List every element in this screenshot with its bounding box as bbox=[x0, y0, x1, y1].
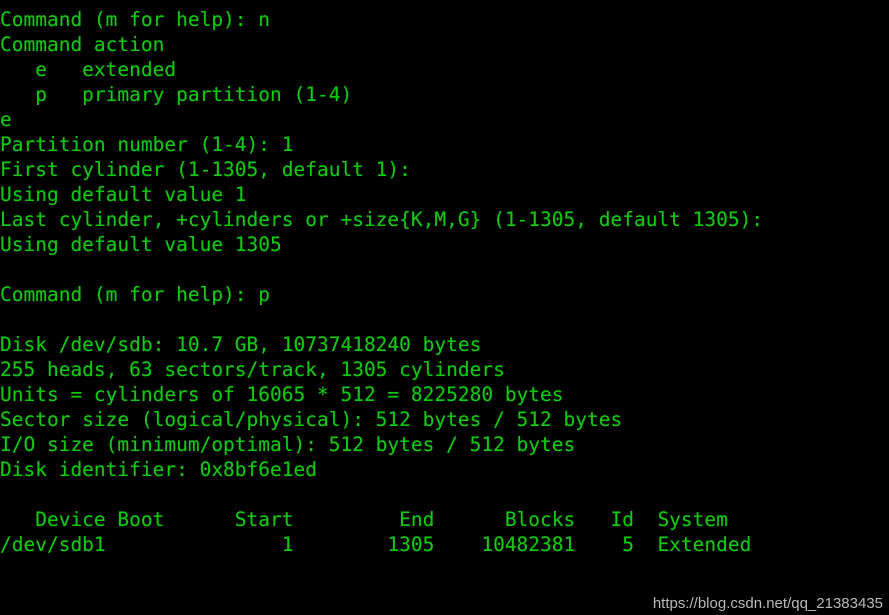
terminal-line: Using default value 1 bbox=[0, 183, 247, 206]
terminal-line: Units = cylinders of 16065 * 512 = 82252… bbox=[0, 383, 564, 406]
terminal-output: Command (m for help): n Command action e… bbox=[0, 7, 889, 557]
terminal-line: Command action bbox=[0, 33, 165, 56]
partition-table-row: /dev/sdb1 1 1305 10482381 5 Extended bbox=[0, 533, 752, 556]
terminal-line: Disk /dev/sdb: 10.7 GB, 10737418240 byte… bbox=[0, 333, 482, 356]
terminal-line: Using default value 1305 bbox=[0, 233, 282, 256]
terminal-line: p primary partition (1-4) bbox=[0, 83, 353, 106]
partition-table-header: Device Boot Start End Blocks Id System bbox=[0, 508, 728, 531]
terminal-line: Disk identifier: 0x8bf6e1ed bbox=[0, 458, 317, 481]
terminal-line: First cylinder (1-1305, default 1): bbox=[0, 158, 423, 181]
terminal-window[interactable]: Command (m for help): n Command action e… bbox=[0, 0, 889, 615]
terminal-line: Partition number (1-4): 1 bbox=[0, 133, 294, 156]
terminal-line: e extended bbox=[0, 58, 177, 81]
terminal-line: e bbox=[0, 108, 12, 131]
terminal-line: Command (m for help): n bbox=[0, 8, 271, 31]
terminal-line: I/O size (minimum/optimal): 512 bytes / … bbox=[0, 433, 576, 456]
terminal-line: 255 heads, 63 sectors/track, 1305 cylind… bbox=[0, 358, 505, 381]
terminal-line: Command (m for help): p bbox=[0, 283, 271, 306]
watermark-url: https://blog.csdn.net/qq_21383435 bbox=[652, 595, 883, 612]
terminal-line: Sector size (logical/physical): 512 byte… bbox=[0, 408, 623, 431]
terminal-line: Last cylinder, +cylinders or +size{K,M,G… bbox=[0, 208, 775, 231]
